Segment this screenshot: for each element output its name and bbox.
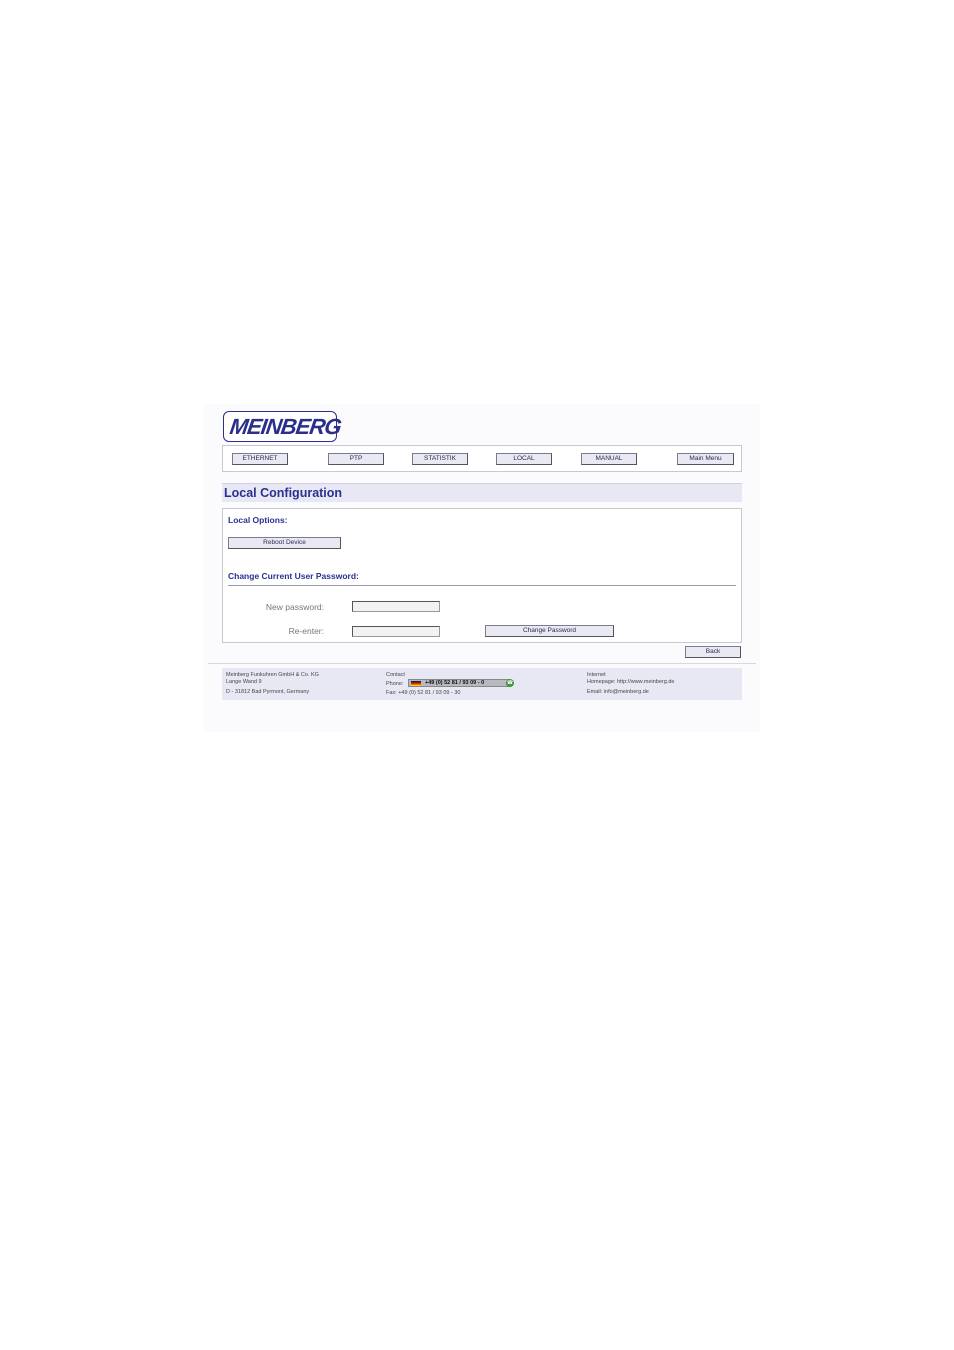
nav-manual-button[interactable]: MANUAL	[581, 453, 637, 465]
new-password-input[interactable]	[352, 601, 440, 612]
footer-phone-label: Phone:	[386, 681, 404, 687]
footer-city: D - 31812 Bad Pyrmont, Germany	[226, 689, 310, 695]
phone-number: +49 (0) 52 81 / 93 09 - 0	[425, 680, 485, 686]
section-divider	[228, 585, 736, 586]
nav-ptp-button[interactable]: PTP	[328, 453, 384, 465]
phone-number-box: +49 (0) 52 81 / 93 09 - 0	[408, 679, 510, 687]
phone-call-icon[interactable]: ☎	[506, 679, 514, 687]
local-options-heading: Local Options:	[228, 515, 288, 525]
footer-internet-heading: Internet	[587, 672, 606, 678]
nav-bar: ETHERNET PTP STATISTIK LOCAL MANUAL Main…	[222, 445, 742, 472]
nav-main-menu-button[interactable]: Main Menu	[677, 453, 734, 465]
logo-text: MEINBERG	[228, 414, 343, 439]
change-password-button[interactable]: Change Password	[485, 625, 614, 637]
footer-email-link[interactable]: Email: info@meinberg.de	[587, 689, 649, 695]
reboot-device-button[interactable]: Reboot Device	[228, 537, 341, 549]
footer-divider	[208, 663, 756, 664]
footer-street: Lange Wand 9	[226, 679, 262, 685]
footer-homepage-link[interactable]: Homepage: http://www.meinberg.de	[587, 679, 674, 685]
footer-contact-heading: Contact	[386, 672, 405, 678]
nav-ethernet-button[interactable]: ETHERNET	[232, 453, 288, 465]
back-button[interactable]: Back	[685, 646, 741, 658]
german-flag-icon	[411, 681, 421, 686]
meinberg-logo: MEINBERG	[223, 411, 342, 442]
nav-local-button[interactable]: LOCAL	[496, 453, 552, 465]
reenter-password-label: Re-enter:	[288, 626, 324, 636]
page-title: Local Configuration	[222, 483, 742, 502]
footer-company: Meinberg Funkuhren GmbH & Co. KG	[226, 672, 319, 678]
new-password-label: New password:	[265, 602, 324, 612]
change-password-heading: Change Current User Password:	[228, 571, 359, 581]
nav-statistik-button[interactable]: STATISTIK	[412, 453, 468, 465]
reenter-password-input[interactable]	[352, 626, 440, 637]
footer-fax: Fax: +49 (0) 52 81 / 93 09 - 30	[386, 690, 461, 696]
